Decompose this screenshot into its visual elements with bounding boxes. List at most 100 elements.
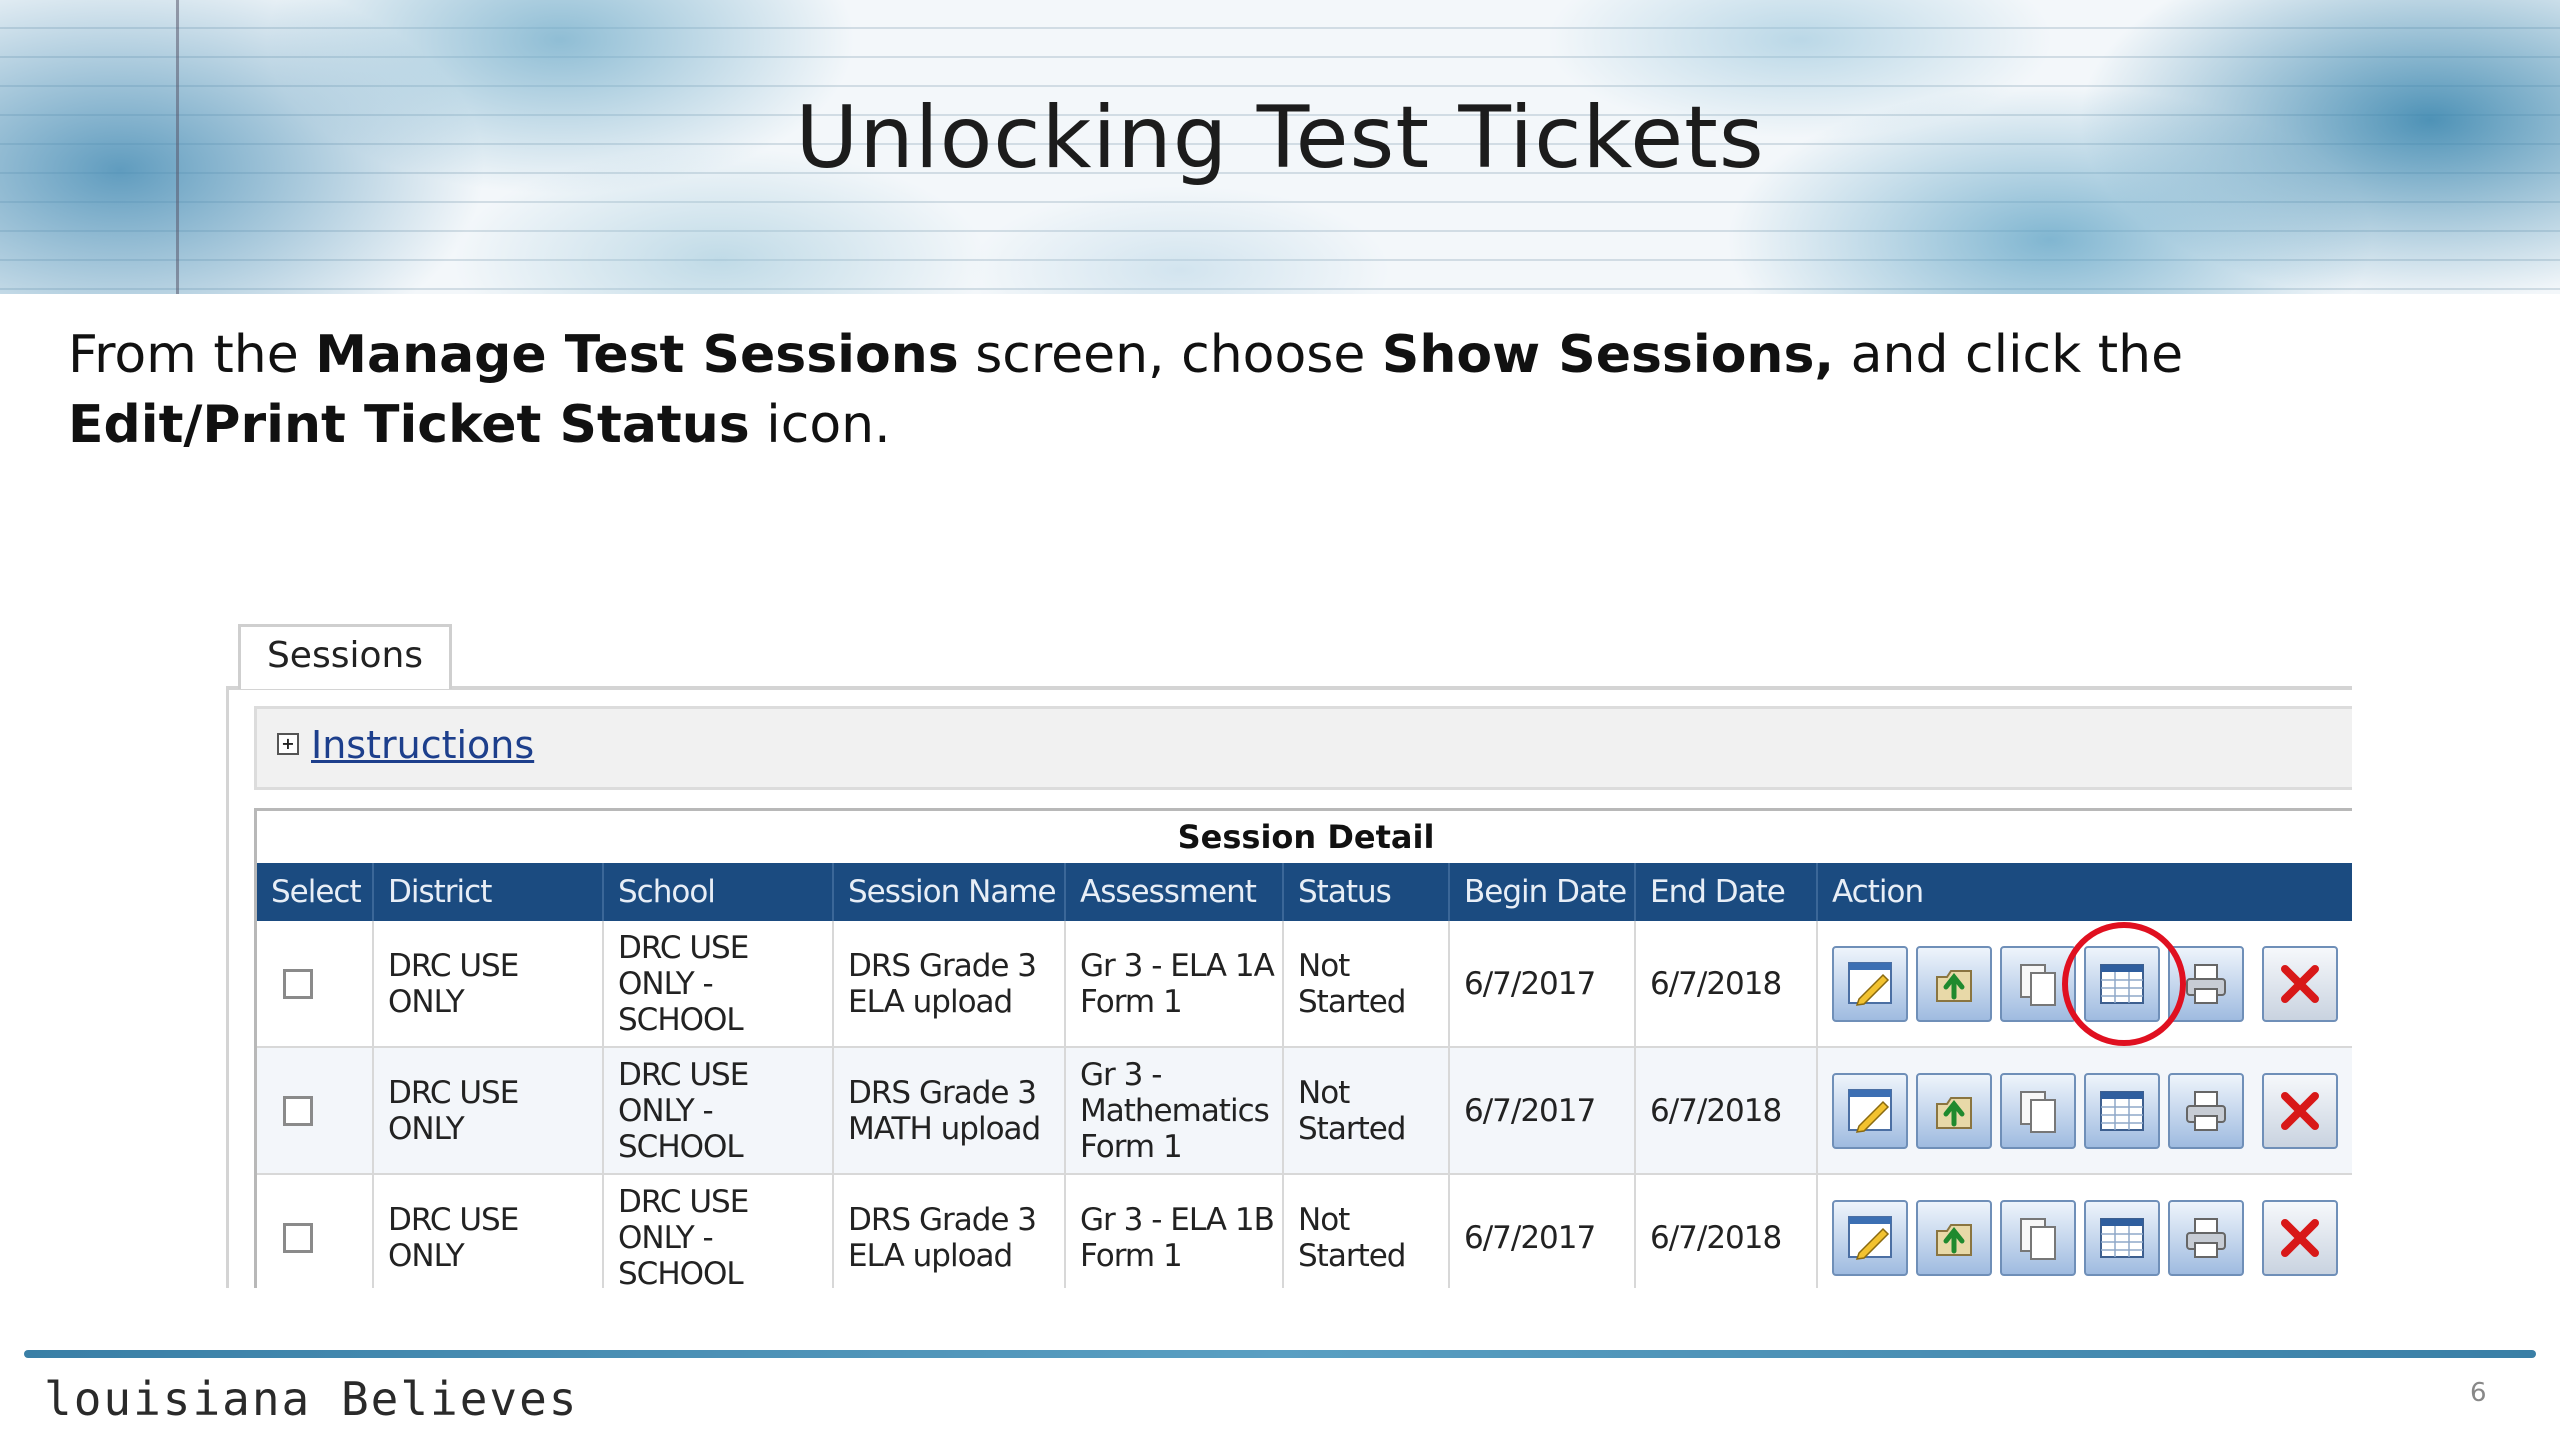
cell-line: Gr 3 - ELA 1B (1080, 1201, 1275, 1238)
session-name-cell: DRS Grade 3 MATH upload (833, 1047, 1066, 1175)
show-sessions-term: Show Sessions, (1381, 325, 1835, 385)
tab-strip: Sessions (226, 620, 2352, 690)
edit-session-icon[interactable] (1832, 945, 1908, 1022)
action-icons (1832, 1199, 2352, 1276)
instruction-part: From the (68, 325, 316, 385)
select-cell (257, 1047, 374, 1175)
instructions-link[interactable]: Instructions (311, 723, 534, 767)
end-date-cell: 6/7/2018 (1635, 1174, 1818, 1288)
column-header-begin-date: Begin Date (1449, 863, 1636, 921)
end-date-cell: 6/7/2018 (1635, 1047, 1818, 1175)
table-header-row: Select District School Session Name Asse… (257, 863, 2352, 921)
cell-line: ONLY (388, 1110, 465, 1147)
delete-icon[interactable] (2262, 1199, 2338, 1276)
table-row: DRC USE ONLY DRC USE ONLY - SCHOOL DRS Grad… (257, 921, 2352, 1048)
action-cell (1817, 1174, 2352, 1288)
column-header-end-date: End Date (1635, 863, 1818, 921)
cell-line: DRC USE (618, 1056, 749, 1093)
expand-icon[interactable]: + (277, 733, 299, 755)
cell-line: Form 1 (1080, 983, 1183, 1020)
session-name-cell: DRS Grade 3 ELA upload (833, 921, 1066, 1048)
footer-rule (24, 1350, 2536, 1358)
tab-sessions[interactable]: Sessions (238, 624, 452, 689)
page-number: 6 (2470, 1378, 2487, 1408)
column-header-select: Select (257, 863, 374, 921)
school-cell: DRC USE ONLY - SCHOOL (603, 921, 834, 1048)
row-select-checkbox[interactable] (283, 1095, 313, 1126)
title-banner: Unlocking Test Tickets (0, 0, 2560, 294)
footer-brand-logo: louisiana Believes (44, 1372, 579, 1426)
instruction-part: icon. (749, 395, 891, 455)
edit-session-icon[interactable] (1832, 1199, 1908, 1276)
delete-icon[interactable] (2262, 945, 2338, 1022)
district-cell: DRC USE ONLY (373, 1047, 604, 1175)
select-cell (257, 1174, 374, 1288)
column-header-school: School (603, 863, 834, 921)
end-date-cell: 6/7/2018 (1635, 921, 1818, 1048)
school-cell: DRC USE ONLY - SCHOOL (603, 1047, 834, 1175)
begin-date-cell: 6/7/2017 (1449, 921, 1636, 1048)
cell-line: SCHOOL (618, 1128, 744, 1165)
panel-border (226, 686, 229, 1288)
action-cell (1817, 921, 2352, 1048)
upload-students-icon[interactable] (1916, 1199, 1992, 1276)
cell-line: ONLY (388, 1237, 465, 1274)
upload-students-icon[interactable] (1916, 1072, 1992, 1149)
copy-session-icon[interactable] (2000, 1072, 2076, 1149)
cell-line: DRC USE (388, 1074, 519, 1111)
row-select-checkbox[interactable] (283, 1222, 313, 1253)
begin-date-cell: 6/7/2017 (1449, 1047, 1636, 1175)
manage-test-sessions-term: Manage Test Sessions (315, 325, 959, 385)
assessment-cell: Gr 3 - ELA 1B Form 1 (1065, 1174, 1284, 1288)
action-cell (1817, 1047, 2352, 1175)
cell-line: Form 1 (1080, 1128, 1183, 1165)
print-icon[interactable] (2168, 1072, 2244, 1149)
status-cell: Not Started (1283, 921, 1450, 1048)
edit-session-icon[interactable] (1832, 1072, 1908, 1149)
cell-line: ONLY - (618, 1092, 714, 1129)
assessment-cell: Gr 3 - ELA 1A Form 1 (1065, 921, 1284, 1048)
cell-line: Mathematics (1080, 1092, 1270, 1129)
instruction-part: screen, choose (958, 325, 1382, 385)
edit-print-ticket-status-term: Edit/Print Ticket Status (68, 395, 750, 455)
action-icons (1832, 1072, 2352, 1149)
print-icon[interactable] (2168, 1199, 2244, 1276)
column-header-district: District (373, 863, 604, 921)
cell-line: DRC USE (388, 947, 519, 984)
upload-students-icon[interactable] (1916, 945, 1992, 1022)
edit-print-ticket-status-icon[interactable] (2084, 945, 2160, 1022)
district-cell: DRC USE ONLY (373, 921, 604, 1048)
begin-date-cell: 6/7/2017 (1449, 1174, 1636, 1288)
cell-line: ONLY - (618, 1219, 714, 1256)
copy-session-icon[interactable] (2000, 1199, 2076, 1276)
cell-line: DRS Grade 3 (848, 947, 1037, 984)
cell-line: Not (1298, 947, 1350, 984)
slide-title: Unlocking Test Tickets (795, 88, 1765, 188)
cell-line: DRC USE (388, 1201, 519, 1238)
cell-line: MATH upload (848, 1110, 1041, 1147)
session-name-cell: DRS Grade 3 ELA upload (833, 1174, 1066, 1288)
edit-print-ticket-status-icon[interactable] (2084, 1072, 2160, 1149)
column-header-assessment: Assessment (1065, 863, 1284, 921)
cell-line: Not (1298, 1201, 1350, 1238)
cell-line: Not (1298, 1074, 1350, 1111)
cell-line: SCHOOL (618, 1255, 744, 1289)
column-header-session-name: Session Name (833, 863, 1066, 921)
instruction-part: and click the (1834, 325, 2184, 385)
copy-session-icon[interactable] (2000, 945, 2076, 1022)
cell-line: Form 1 (1080, 1237, 1183, 1274)
instructions-bar: + Instructions (254, 706, 2352, 790)
cell-line: DRC USE (618, 929, 749, 966)
action-icons (1832, 945, 2352, 1022)
sessions-table: Select District School Session Name Asse… (257, 863, 2352, 1288)
print-icon[interactable] (2168, 945, 2244, 1022)
delete-icon[interactable] (2262, 1072, 2338, 1149)
table-row: DRC USE ONLY DRC USE ONLY - SCHOOL DRS Grad… (257, 1047, 2352, 1175)
sessions-screenshot: Sessions + Instructions Session Detail S… (226, 620, 2352, 1288)
cell-line: SCHOOL (618, 1001, 744, 1038)
school-cell: DRC USE ONLY - SCHOOL (603, 1174, 834, 1289)
table-row: DRC USE ONLY DRC USE ONLY - SCHOOL DRS Grad… (257, 1174, 2352, 1288)
row-select-checkbox[interactable] (283, 968, 313, 999)
edit-print-ticket-status-icon[interactable] (2084, 1199, 2160, 1276)
select-cell (257, 921, 374, 1048)
